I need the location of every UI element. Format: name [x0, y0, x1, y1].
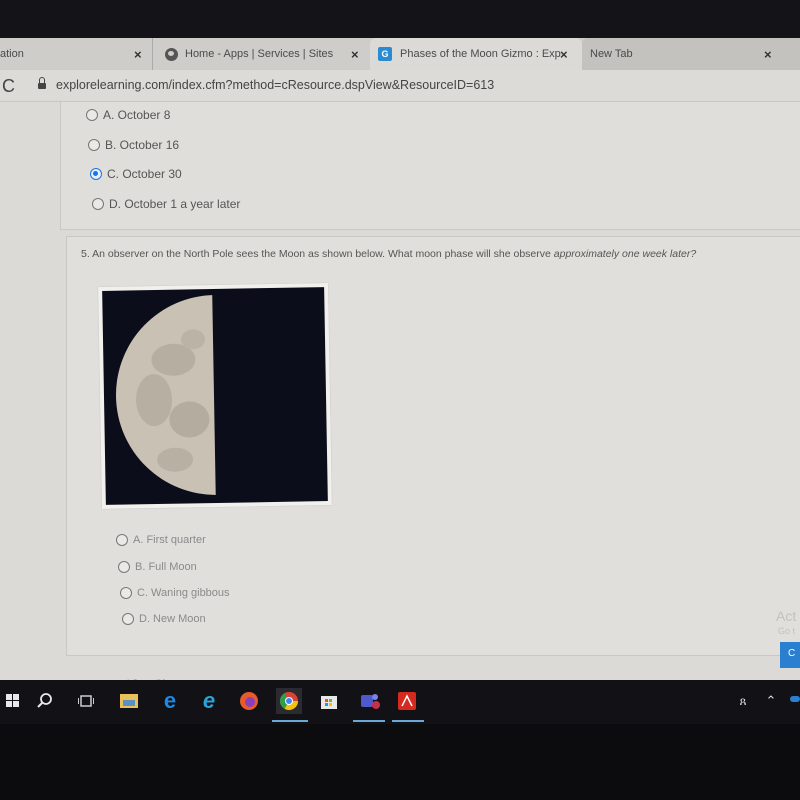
- tab-phases-of-moon[interactable]: G Phases of the Moon Gizmo : Exp ×: [370, 38, 582, 70]
- edge-icon[interactable]: e: [157, 688, 183, 714]
- q5-option-d[interactable]: D. New Moon: [122, 613, 206, 625]
- question-emphasis: approximately one week later?: [553, 248, 697, 260]
- radio-button[interactable]: [86, 109, 98, 121]
- radio-button[interactable]: [120, 587, 132, 599]
- reload-icon[interactable]: C: [2, 76, 15, 97]
- option-label: D. October 1 a year later: [109, 197, 241, 211]
- option-label: D. New Moon: [139, 613, 206, 625]
- moon-image: [102, 287, 328, 505]
- store-icon[interactable]: [316, 688, 342, 714]
- radio-button[interactable]: [118, 561, 130, 573]
- browser-tab-strip: ation × Home - Apps | Services | Sites ×…: [0, 38, 800, 70]
- close-icon[interactable]: ×: [764, 47, 772, 62]
- radio-button-selected[interactable]: [90, 168, 102, 180]
- activate-windows-text: Act: [776, 608, 797, 624]
- option-label: C. Waning gibbous: [137, 587, 230, 599]
- gizmo-icon: G: [378, 47, 392, 61]
- tab-title: ation: [0, 48, 24, 60]
- moon-image-frame: [98, 283, 332, 509]
- q4-option-a[interactable]: A. October 8: [86, 108, 170, 122]
- close-icon[interactable]: ×: [134, 47, 142, 62]
- tab-title: Phases of the Moon Gizmo : Exp: [400, 48, 561, 60]
- close-icon[interactable]: ×: [560, 47, 568, 62]
- lock-icon[interactable]: [38, 77, 46, 90]
- acrobat-running-indicator: [392, 720, 424, 722]
- option-label: A. October 8: [103, 108, 171, 122]
- teams-icon[interactable]: [357, 688, 383, 714]
- radio-button[interactable]: [92, 198, 104, 210]
- firefox-icon[interactable]: [236, 688, 262, 714]
- option-label: B. Full Moon: [135, 561, 197, 573]
- activate-windows-subtext: Go t: [778, 626, 796, 636]
- option-label: C. October 30: [107, 167, 182, 181]
- globe-icon: [165, 47, 178, 61]
- q5-option-c[interactable]: C. Waning gibbous: [120, 587, 230, 599]
- q4-option-d[interactable]: D. October 1 a year later: [92, 197, 240, 211]
- q5-option-b[interactable]: B. Full Moon: [118, 561, 197, 573]
- moon-phase-graphic: [115, 294, 216, 495]
- q4-option-c[interactable]: C. October 30: [90, 167, 182, 181]
- address-bar: C explorelearning.com/index.cfm?method=c…: [0, 70, 800, 102]
- chrome-icon[interactable]: [276, 688, 302, 714]
- people-icon[interactable]: ጸ: [730, 688, 756, 714]
- option-label: A. First quarter: [133, 534, 206, 546]
- screen: ation × Home - Apps | Services | Sites ×…: [0, 0, 800, 800]
- windows-taskbar: e e ጸ ⌃: [0, 680, 800, 724]
- file-explorer-icon[interactable]: [116, 688, 142, 714]
- monitor-bezel: [0, 0, 800, 38]
- page-content: A. October 8 B. October 16 C. October 30…: [0, 102, 800, 690]
- url-input[interactable]: explorelearning.com/index.cfm?method=cRe…: [56, 78, 494, 92]
- question-text: 5. An observer on the North Pole sees th…: [81, 248, 554, 260]
- chevron-up-icon[interactable]: ⌃: [758, 688, 784, 714]
- check-answer-button[interactable]: C: [780, 642, 800, 668]
- q4-option-b[interactable]: B. October 16: [88, 138, 179, 152]
- task-view-icon[interactable]: [73, 688, 99, 714]
- teams-running-indicator: [353, 720, 385, 722]
- tab-new-tab[interactable]: New Tab ×: [582, 38, 800, 70]
- q5-option-a[interactable]: A. First quarter: [116, 534, 206, 546]
- radio-button[interactable]: [88, 139, 100, 151]
- chrome-active-indicator: [272, 720, 308, 722]
- acrobat-icon[interactable]: [394, 688, 420, 714]
- tab-partial[interactable]: ation ×: [0, 38, 150, 70]
- tray-blue-icon[interactable]: [790, 696, 800, 702]
- monitor-bezel-bottom: [0, 724, 800, 800]
- option-label: B. October 16: [105, 138, 180, 152]
- windows-start-icon[interactable]: [0, 688, 26, 714]
- radio-button[interactable]: [116, 534, 128, 546]
- close-icon[interactable]: ×: [351, 47, 359, 62]
- tab-home-apps[interactable]: Home - Apps | Services | Sites ×: [152, 38, 366, 70]
- question-5-text: 5. An observer on the North Pole sees th…: [81, 248, 696, 260]
- tab-title: Home - Apps | Services | Sites: [185, 48, 334, 60]
- search-icon[interactable]: [32, 688, 58, 714]
- internet-explorer-icon[interactable]: e: [196, 688, 222, 714]
- radio-button[interactable]: [122, 613, 134, 625]
- tab-title: New Tab: [590, 48, 633, 60]
